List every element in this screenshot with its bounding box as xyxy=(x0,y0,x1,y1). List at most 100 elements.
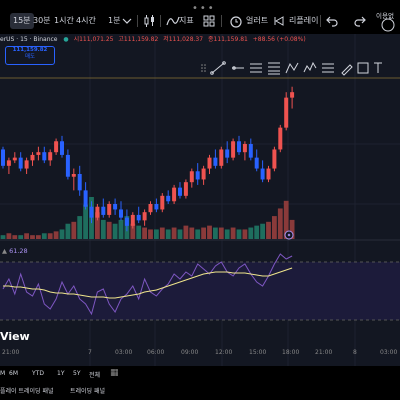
candle-body xyxy=(77,174,82,191)
range-ytd[interactable]: YTD xyxy=(32,370,44,377)
tab-replay-trading[interactable]: 플레이 트레이딩 패널 xyxy=(0,386,54,395)
timeframe-30m[interactable]: 30분 xyxy=(30,13,54,29)
candle-body xyxy=(6,160,11,166)
range-all[interactable]: 전체 xyxy=(89,370,100,379)
volume-bar xyxy=(272,216,277,239)
range-cut[interactable]: M xyxy=(0,370,5,377)
ohlc-legend: erUS · 15 · Binance ● 시111,071.25 고111,1… xyxy=(0,34,306,46)
candle-body xyxy=(290,92,295,98)
candle-body xyxy=(231,141,236,158)
volume-bar xyxy=(36,235,41,239)
divider xyxy=(160,15,161,27)
volume-bar xyxy=(65,223,71,239)
axis-tick: 7 xyxy=(88,349,92,356)
candle-body xyxy=(248,144,253,158)
range-6m[interactable]: 6M xyxy=(9,370,18,377)
undo-icon[interactable] xyxy=(324,13,340,29)
indicators-button[interactable]: 지표 xyxy=(179,13,194,29)
axis-tick: 8 xyxy=(353,349,357,356)
range-1y[interactable]: 1Y xyxy=(57,370,64,377)
candle-body xyxy=(124,217,129,226)
rectangle-icon[interactable] xyxy=(357,62,369,74)
horizontal-ray-icon[interactable] xyxy=(232,66,244,70)
candle-body xyxy=(12,157,17,161)
text-icon[interactable] xyxy=(374,62,382,73)
fib-retracement-icon[interactable] xyxy=(268,62,280,75)
volume-bar xyxy=(254,225,260,239)
volume-bar xyxy=(24,233,29,239)
candle-body xyxy=(266,168,271,180)
axis-tick: 18:00 xyxy=(282,349,300,356)
candle-body xyxy=(60,141,64,155)
candle-body xyxy=(183,182,188,196)
volume-bar xyxy=(266,221,271,239)
range-5y[interactable]: 5Y xyxy=(73,370,80,377)
volume-bar xyxy=(106,221,112,239)
drawing-toolbar xyxy=(201,61,382,76)
bottom-panel-tabs: 플레이 트레이딩 패널 트레이딩 패널 xyxy=(0,382,400,400)
volume-bar xyxy=(77,216,83,239)
sell-price-button[interactable]: 111,159.82 매도 xyxy=(5,46,55,65)
pattern-icon[interactable] xyxy=(285,62,299,74)
rsi-band xyxy=(0,262,400,320)
templates-icon[interactable] xyxy=(201,13,217,29)
candle-body xyxy=(30,154,35,161)
candle-body xyxy=(42,152,47,161)
candle-body xyxy=(119,209,123,218)
volume-bar xyxy=(207,225,212,239)
volume-bar xyxy=(236,229,242,239)
volume-bar xyxy=(177,229,183,239)
candle-body xyxy=(107,204,112,215)
watermark: View xyxy=(0,330,30,343)
parallel-channel-icon[interactable] xyxy=(250,63,262,73)
volume-bar xyxy=(230,227,236,239)
alerts-button[interactable]: 얼러트 xyxy=(246,13,268,29)
candle-body xyxy=(160,195,165,210)
brush-icon[interactable] xyxy=(341,64,353,76)
projection-icon[interactable] xyxy=(322,63,334,73)
divider xyxy=(221,15,222,27)
legend-close: 종111,159.81 xyxy=(207,36,248,43)
range-bar: M 6M YTD 1Y 5Y 전체 ▦ xyxy=(0,366,400,382)
volume-bar xyxy=(6,233,12,239)
tab-trading-panel[interactable]: 트레이딩 패널 xyxy=(70,386,105,395)
top-toolbar: ••• 15분 30분 1시간 4시간 1분 지표 얼러트 리플레이 이용없 xyxy=(0,0,400,34)
candle-body xyxy=(130,214,135,226)
candle-body xyxy=(219,149,224,166)
drag-dots-icon[interactable] xyxy=(201,64,206,72)
volume-bar xyxy=(30,235,35,239)
axis-tick: 03:00 xyxy=(380,349,398,356)
symbol-label[interactable]: erUS · 15 · Binance xyxy=(0,36,58,43)
visibility-icon[interactable]: ▲ xyxy=(2,247,7,255)
candle-body xyxy=(142,212,147,221)
candle-body xyxy=(254,157,259,169)
candle-body xyxy=(213,157,218,166)
candle-body xyxy=(54,141,59,153)
candle-body xyxy=(284,97,289,128)
legend-open: 시111,071.25 xyxy=(73,36,114,43)
candle-chart-icon[interactable] xyxy=(141,13,157,29)
chart-canvas[interactable] xyxy=(0,34,400,366)
legend-change: +88.56 (+0.08%) xyxy=(252,36,306,43)
replay-button[interactable]: 리플레이 xyxy=(289,13,318,29)
calendar-icon[interactable]: ▦ xyxy=(110,368,119,378)
volume-bar xyxy=(171,227,177,239)
redo-icon[interactable] xyxy=(352,13,368,29)
volume-bar xyxy=(201,227,206,239)
volume-bar xyxy=(112,223,118,239)
legend-low: 저111,028.37 xyxy=(163,36,204,43)
axis-tick: 21:00 xyxy=(315,349,333,356)
volume-bar xyxy=(41,233,47,239)
sell-price: 111,159.82 xyxy=(12,47,48,53)
alarm-clock-icon[interactable] xyxy=(228,13,244,29)
avatar[interactable] xyxy=(380,17,396,33)
elliott-wave-icon[interactable] xyxy=(303,61,317,73)
trend-line-icon[interactable] xyxy=(210,61,226,75)
candle-body xyxy=(36,152,41,155)
chevron-down-icon[interactable] xyxy=(119,13,135,29)
replay-icon[interactable] xyxy=(271,13,287,29)
status-dot: ● xyxy=(63,36,69,43)
divider xyxy=(320,15,321,27)
candle-body xyxy=(71,174,76,177)
timeframe-4h[interactable]: 4시간 xyxy=(73,13,99,29)
